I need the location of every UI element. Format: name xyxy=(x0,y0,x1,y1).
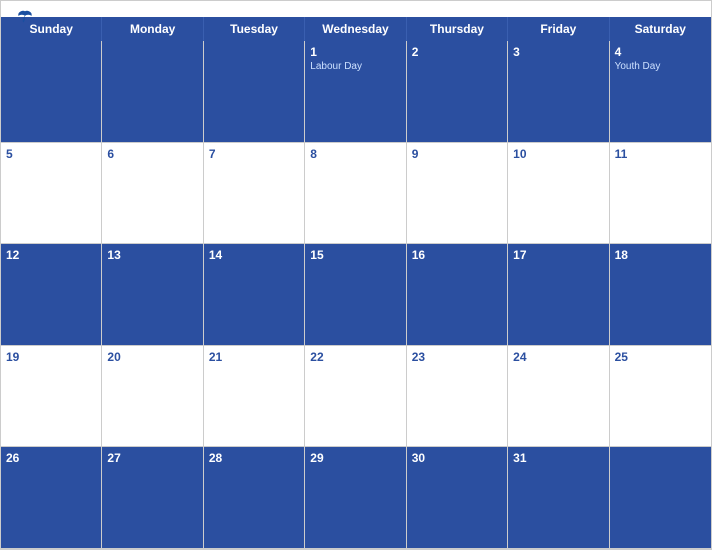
calendar-grid: 1Labour Day234Youth Day56789101112131415… xyxy=(1,41,711,549)
calendar-cell: 14 xyxy=(204,244,305,346)
cell-date: 11 xyxy=(615,147,706,161)
cell-date: 23 xyxy=(412,350,502,364)
calendar-cell xyxy=(102,41,203,143)
calendar-cell: 20 xyxy=(102,346,203,448)
day-header-tuesday: Tuesday xyxy=(204,17,305,41)
calendar: SundayMondayTuesdayWednesdayThursdayFrid… xyxy=(0,0,712,550)
calendar-cell: 11 xyxy=(610,143,711,245)
logo-bird-icon xyxy=(17,9,33,23)
calendar-cell: 23 xyxy=(407,346,508,448)
calendar-cell: 12 xyxy=(1,244,102,346)
calendar-cell: 15 xyxy=(305,244,406,346)
calendar-cell: 18 xyxy=(610,244,711,346)
cell-date: 4 xyxy=(615,45,706,59)
calendar-cell: 8 xyxy=(305,143,406,245)
cell-date: 7 xyxy=(209,147,299,161)
calendar-cell xyxy=(610,447,711,549)
calendar-cell: 17 xyxy=(508,244,609,346)
cell-date: 21 xyxy=(209,350,299,364)
day-header-monday: Monday xyxy=(102,17,203,41)
day-header-wednesday: Wednesday xyxy=(305,17,406,41)
calendar-cell: 10 xyxy=(508,143,609,245)
cell-date: 30 xyxy=(412,451,502,465)
calendar-cell: 1 Labour Day xyxy=(305,41,406,143)
calendar-cell: 3 xyxy=(508,41,609,143)
calendar-cell: 29 xyxy=(305,447,406,549)
calendar-cell: 13 xyxy=(102,244,203,346)
cell-event: Youth Day xyxy=(615,61,706,72)
calendar-cell xyxy=(204,41,305,143)
calendar-cell: 5 xyxy=(1,143,102,245)
calendar-cell: 16 xyxy=(407,244,508,346)
calendar-cell: 25 xyxy=(610,346,711,448)
day-header-thursday: Thursday xyxy=(407,17,508,41)
cell-date: 18 xyxy=(615,248,706,262)
cell-date: 13 xyxy=(107,248,197,262)
cell-date: 26 xyxy=(6,451,96,465)
calendar-cell: 19 xyxy=(1,346,102,448)
cell-date: 20 xyxy=(107,350,197,364)
calendar-cell: 28 xyxy=(204,447,305,549)
calendar-cell: 21 xyxy=(204,346,305,448)
cell-date: 24 xyxy=(513,350,603,364)
cell-date: 8 xyxy=(310,147,400,161)
cell-date: 12 xyxy=(6,248,96,262)
calendar-header xyxy=(1,1,711,17)
cell-date: 15 xyxy=(310,248,400,262)
cell-date: 19 xyxy=(6,350,96,364)
cell-date: 22 xyxy=(310,350,400,364)
calendar-cell: 26 xyxy=(1,447,102,549)
calendar-cell xyxy=(1,41,102,143)
logo-blue xyxy=(17,9,35,23)
calendar-cell: 6 xyxy=(102,143,203,245)
days-header: SundayMondayTuesdayWednesdayThursdayFrid… xyxy=(1,17,711,41)
day-header-saturday: Saturday xyxy=(610,17,711,41)
cell-date: 9 xyxy=(412,147,502,161)
calendar-cell: 7 xyxy=(204,143,305,245)
cell-date: 3 xyxy=(513,45,603,59)
cell-event: Labour Day xyxy=(310,61,400,72)
calendar-cell: 22 xyxy=(305,346,406,448)
cell-date: 6 xyxy=(107,147,197,161)
cell-date: 29 xyxy=(310,451,400,465)
cell-date: 25 xyxy=(615,350,706,364)
calendar-cell: 27 xyxy=(102,447,203,549)
cell-date: 28 xyxy=(209,451,299,465)
calendar-cell: 2 xyxy=(407,41,508,143)
cell-date: 1 xyxy=(310,45,400,59)
cell-date: 31 xyxy=(513,451,603,465)
cell-date: 14 xyxy=(209,248,299,262)
cell-date: 5 xyxy=(6,147,96,161)
calendar-cell: 30 xyxy=(407,447,508,549)
cell-date: 2 xyxy=(412,45,502,59)
calendar-cell: 31 xyxy=(508,447,609,549)
calendar-cell: 24 xyxy=(508,346,609,448)
calendar-cell: 9 xyxy=(407,143,508,245)
day-header-friday: Friday xyxy=(508,17,609,41)
logo xyxy=(17,9,35,23)
cell-date: 10 xyxy=(513,147,603,161)
calendar-cell: 4 Youth Day xyxy=(610,41,711,143)
cell-date: 17 xyxy=(513,248,603,262)
cell-date: 16 xyxy=(412,248,502,262)
cell-date: 27 xyxy=(107,451,197,465)
